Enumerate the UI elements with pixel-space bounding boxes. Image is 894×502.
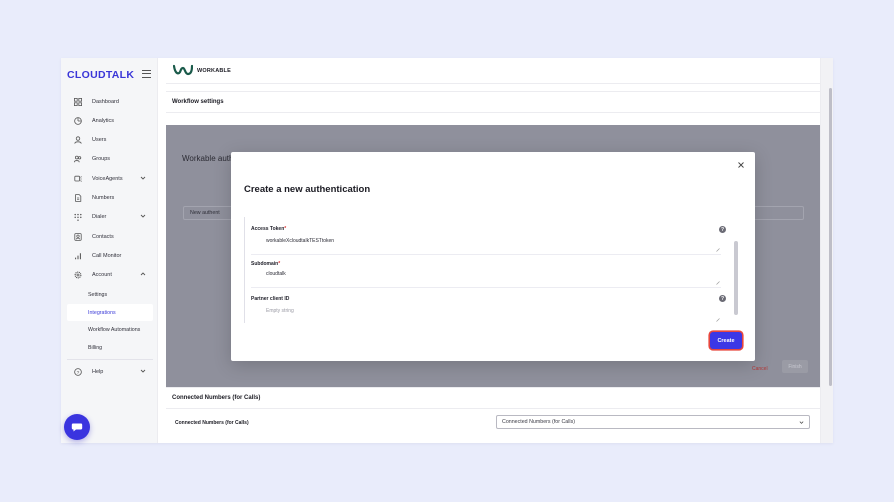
sidebar-item-users[interactable]: Users [67,131,153,148]
sidebar-item-label: Dashboard [92,98,119,105]
page-scrollbar-track[interactable] [820,58,833,443]
sidebar-item-label: Help [92,368,104,375]
pie-chart-icon [72,116,84,125]
partner-client-id-help-icon[interactable]: ? [719,295,726,302]
sidebar-item-analytics[interactable]: Analytics [67,112,153,129]
bar-chart-icon [72,252,84,260]
background-auth-heading: Workable auth [182,154,234,163]
background-select-value: New authent [190,210,220,216]
contact-card-icon [72,232,84,241]
sidebar-subitem-settings[interactable]: Settings [67,286,153,303]
gear-icon [72,271,84,279]
sidebar-item-dialer[interactable]: Dialer [67,208,153,225]
sidebar-divider [67,359,153,360]
connected-numbers-label: Connected Numbers (for Calls) [175,419,249,426]
subdomain-input[interactable]: cloudtalk [266,271,286,277]
resize-handle-icon[interactable] [716,248,720,252]
resize-handle-icon[interactable] [716,281,720,285]
chevron-up-icon [140,272,146,276]
sidebar-subitem-workflow-automations[interactable]: Workflow Automations [67,321,153,338]
access-token-input[interactable]: workableXcloudtalkTESTtoken [266,238,334,244]
voice-agent-icon [72,175,84,183]
integration-header: WORKABLE [166,58,820,84]
users-icon [72,155,84,163]
create-button[interactable]: Create [710,332,742,349]
connected-numbers-header: Connected Numbers (for Calls) [166,387,820,409]
select-value: Connected Numbers (for Calls) [502,419,576,425]
form-scrollbar-thumb[interactable] [734,241,738,315]
sidebar-subitem-integrations[interactable]: Integrations [67,304,153,321]
close-button[interactable] [736,160,746,170]
sidebar-item-dashboard[interactable]: Dashboard [67,93,153,110]
hamburger-menu-icon[interactable] [142,70,151,78]
dialpad-icon [72,213,84,221]
authentication-form: Access Token* ? workableXcloudtalkTESTto… [244,217,738,323]
svg-text:?: ? [77,369,80,375]
user-icon [72,135,84,144]
number-doc-icon [72,193,84,202]
sidebar-item-help[interactable]: ? Help [67,363,153,380]
connected-numbers-row: Connected Numbers (for Calls) Connected … [166,409,820,436]
sidebar-item-label: Groups [92,155,111,162]
partner-client-id-input[interactable]: Empty string [266,308,294,314]
sidebar-item-voiceagents[interactable]: VoiceAgents [67,170,153,187]
sidebar-item-call-monitor[interactable]: Call Monitor [67,247,153,264]
sidebar-subitem-billing[interactable]: Billing [67,339,153,356]
sidebar-item-label: Dialer [92,213,107,220]
sidebar-item-label: Contacts [92,233,114,240]
sidebar-item-contacts[interactable]: Contacts [67,228,153,245]
sidebar-item-label: Analytics [92,117,115,124]
sidebar-item-label: Call Monitor [92,252,122,259]
sidebar-item-label: Users [92,136,107,143]
connected-numbers-select[interactable]: Connected Numbers (for Calls) [496,415,810,429]
finish-button[interactable]: Finish [782,360,808,373]
chevron-down-icon [140,369,146,373]
chevron-down-icon [140,214,146,218]
sidebar-item-label: VoiceAgents [92,175,123,182]
access-token-label: Access Token* [251,226,287,232]
resize-handle-icon[interactable] [716,318,720,322]
help-circle-icon: ? [72,367,84,376]
access-token-help-icon[interactable]: ? [719,226,726,233]
close-icon [738,162,744,168]
cloudtalk-logo[interactable]: CLOUDTALK [67,69,134,81]
sidebar-item-groups[interactable]: Groups [67,150,153,167]
chevron-down-icon [799,421,804,424]
integration-name: WORKABLE [197,67,231,74]
field-divider [251,254,721,255]
sidebar: CLOUDTALK Dashboard Analytics Users Grou… [61,58,158,443]
chat-bubble-icon [71,423,83,432]
cancel-button[interactable]: Cancel [752,366,768,372]
chevron-down-icon [140,176,146,180]
form-left-border [244,217,245,323]
create-authentication-modal: Create a new authentication Access Token… [231,152,755,361]
sidebar-item-account[interactable]: Account [67,266,153,283]
sidebar-item-label: Numbers [92,194,115,201]
field-divider [251,287,721,288]
chat-support-button[interactable] [64,414,90,440]
partner-client-id-label: Partner client ID [251,296,290,302]
sidebar-item-numbers[interactable]: Numbers [67,189,153,206]
grid-icon [72,97,84,106]
workable-logo-icon [172,64,194,78]
sidebar-item-label: Account [92,271,112,278]
subdomain-label: Subdomain* [251,261,281,267]
workflow-settings-header: Workflow settings [166,91,820,113]
modal-title: Create a new authentication [244,184,371,195]
page-scrollbar-thumb[interactable] [829,88,832,386]
